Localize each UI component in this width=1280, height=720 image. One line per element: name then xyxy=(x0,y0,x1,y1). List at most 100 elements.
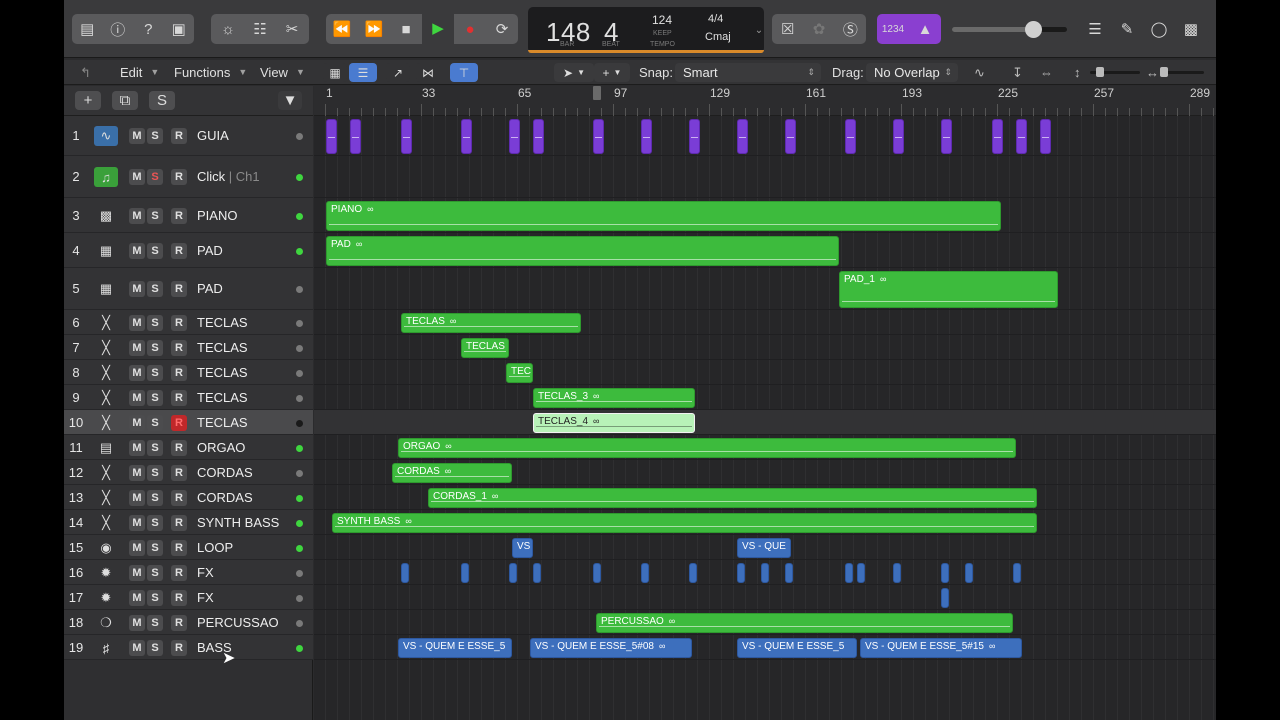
record-enable-button[interactable]: R xyxy=(171,315,187,331)
clip[interactable] xyxy=(326,119,337,154)
record-enable-button[interactable]: R xyxy=(171,243,187,259)
catch-playhead-icon[interactable]: ⊤ xyxy=(450,63,478,82)
track-lane-9[interactable] xyxy=(314,385,1216,410)
solo-button[interactable]: S xyxy=(147,465,163,481)
clip[interactable] xyxy=(737,563,745,583)
solo-button[interactable]: S xyxy=(147,315,163,331)
list-editors-icon[interactable]: ☰ xyxy=(1079,20,1111,38)
track-name[interactable]: FX xyxy=(197,590,214,605)
clip[interactable] xyxy=(350,119,361,154)
region[interactable]: VS xyxy=(512,538,533,558)
replace-icon[interactable]: ☒ xyxy=(772,20,803,38)
region[interactable]: ORGAO ∞ xyxy=(398,438,1016,458)
record-enable-button[interactable]: R xyxy=(171,390,187,406)
mute-button[interactable]: M xyxy=(129,565,145,581)
track-name[interactable]: TECLAS xyxy=(197,340,248,355)
track-header-9[interactable]: 9 ╳ M S R TECLAS xyxy=(64,385,313,410)
clip[interactable] xyxy=(593,119,604,154)
bar-ruler[interactable]: 1 33 65 97 129 161 193 225 257 289 xyxy=(314,86,1216,116)
record-enable-button[interactable]: R xyxy=(171,440,187,456)
track-name[interactable]: TECLAS xyxy=(197,415,248,430)
vertical-zoom-icon[interactable]: ↕ xyxy=(1074,63,1081,82)
arrange-area[interactable]: PIANO ∞ PAD ∞ PAD_1 ∞ TECLAS ∞ TECLAS TEC TECLAS_3… xyxy=(314,116,1216,720)
record-enable-button[interactable]: R xyxy=(171,590,187,606)
stop-icon[interactable]: ■ xyxy=(390,21,422,38)
solo-button[interactable]: S xyxy=(147,340,163,356)
solo-button[interactable]: S xyxy=(147,365,163,381)
solo-button[interactable]: S xyxy=(147,415,163,431)
mute-button[interactable]: M xyxy=(129,340,145,356)
record-enable-button[interactable]: R xyxy=(171,540,187,556)
region[interactable]: PIANO ∞ xyxy=(326,201,1001,231)
add-track-button[interactable]: + xyxy=(75,91,101,110)
clip[interactable] xyxy=(509,119,520,154)
browsers-icon[interactable]: ▩ xyxy=(1175,20,1207,38)
snap-select[interactable]: Smart ⇕ xyxy=(675,63,821,82)
track-name[interactable]: TECLAS xyxy=(197,390,248,405)
track-name[interactable]: LOOP xyxy=(197,540,233,555)
horizontal-zoom-icon[interactable]: ↔ xyxy=(1146,63,1159,82)
region[interactable]: TECLAS_3 ∞ xyxy=(533,388,695,408)
mute-button[interactable]: M xyxy=(129,465,145,481)
track-name[interactable]: CORDAS xyxy=(197,465,253,480)
record-enable-button[interactable]: R xyxy=(171,340,187,356)
track-name[interactable]: CORDAS xyxy=(197,490,253,505)
solo-mode-icon[interactable]: Ⓢ xyxy=(835,19,866,40)
fast-forward-icon[interactable]: ⏩ xyxy=(358,20,390,38)
grid-view-icon[interactable]: ▦ xyxy=(323,63,347,82)
region[interactable]: VS - QUEM E ESSE_5#08 ∞ xyxy=(530,638,692,658)
solo-button[interactable]: S xyxy=(147,169,163,185)
solo-button[interactable]: S xyxy=(147,640,163,656)
clip[interactable] xyxy=(689,563,697,583)
solo-button[interactable]: S xyxy=(147,565,163,581)
region[interactable]: CORDAS_1 ∞ xyxy=(428,488,1037,508)
region[interactable]: TEC xyxy=(506,363,533,383)
rewind-icon[interactable]: ⏪ xyxy=(326,20,358,38)
track-lane-5[interactable] xyxy=(314,268,1216,310)
clip[interactable] xyxy=(857,563,865,583)
play-icon[interactable]: ▶ xyxy=(422,14,454,44)
track-name[interactable]: PERCUSSAO xyxy=(197,615,279,630)
record-enable-button[interactable]: R xyxy=(171,465,187,481)
clip[interactable] xyxy=(845,563,853,583)
clip[interactable] xyxy=(785,119,796,154)
clip[interactable] xyxy=(401,119,412,154)
mute-button[interactable]: M xyxy=(129,640,145,656)
track-lane-7[interactable] xyxy=(314,335,1216,360)
solo-button[interactable]: S xyxy=(147,440,163,456)
clip[interactable] xyxy=(785,563,793,583)
track-name[interactable]: PIANO xyxy=(197,208,237,223)
mute-button[interactable]: M xyxy=(129,440,145,456)
mute-button[interactable]: M xyxy=(129,169,145,185)
playhead-marker[interactable] xyxy=(593,86,601,100)
solo-button[interactable]: S xyxy=(147,515,163,531)
quick-help-icon[interactable]: ? xyxy=(133,21,164,38)
track-header-18[interactable]: 18 ❍ M S R PERCUSSAO xyxy=(64,610,313,635)
clip[interactable] xyxy=(737,119,748,154)
region[interactable]: VS - QUEM E ESSE_5 xyxy=(398,638,512,658)
clip[interactable] xyxy=(941,563,949,583)
clip[interactable] xyxy=(461,119,472,154)
mute-button[interactable]: M xyxy=(129,281,145,297)
toolbar-toggle-icon[interactable]: ▣ xyxy=(164,20,195,38)
secondary-tool-select[interactable]: + ▼ xyxy=(594,63,630,82)
global-solo-button[interactable]: S xyxy=(149,91,175,110)
region[interactable]: TECLAS ∞ xyxy=(401,313,581,333)
track-header-3[interactable]: 3 ▩ M S R PIANO xyxy=(64,198,313,233)
clip[interactable] xyxy=(1016,119,1027,154)
region[interactable]: PAD_1 ∞ xyxy=(839,271,1058,308)
inspector-icon[interactable]: ⓘ xyxy=(103,19,134,40)
track-header-14[interactable]: 14 ╳ M S R SYNTH BASS xyxy=(64,510,313,535)
record-enable-button[interactable]: R xyxy=(171,615,187,631)
clip[interactable] xyxy=(965,563,973,583)
track-header-19[interactable]: 19 ♯ M S R BASS xyxy=(64,635,313,660)
mute-button[interactable]: M xyxy=(129,590,145,606)
region[interactable]: SYNTH BASS ∞ xyxy=(332,513,1037,533)
region[interactable]: VS - QUE xyxy=(737,538,791,558)
duplicate-track-icon[interactable]: ⧉ xyxy=(112,91,138,110)
vertical-zoom-slider[interactable] xyxy=(1090,67,1140,77)
functions-menu[interactable]: Functions ▼ xyxy=(174,63,247,82)
cycle-icon[interactable]: ⟳ xyxy=(486,20,518,38)
clip[interactable] xyxy=(761,563,769,583)
mixer-icon[interactable]: ☷ xyxy=(244,20,276,38)
